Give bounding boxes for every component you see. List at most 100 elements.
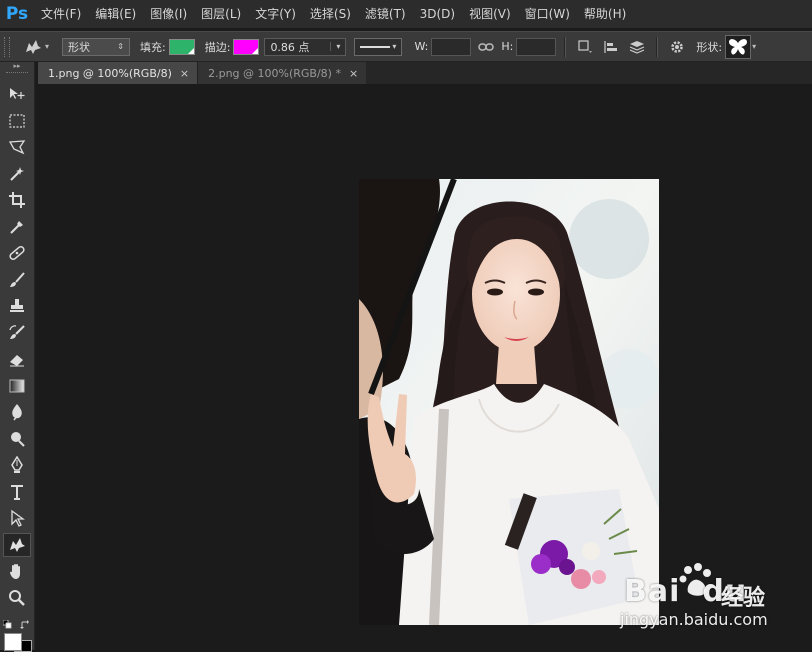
height-field[interactable]	[516, 37, 557, 56]
shape-picker[interactable]	[725, 34, 752, 59]
healing-brush-icon	[9, 246, 25, 261]
solid-line-icon	[360, 45, 391, 48]
brush-icon	[10, 272, 25, 287]
history-brush-icon	[9, 325, 25, 339]
stroke-type-select[interactable]: ▾	[354, 37, 403, 56]
clone-stamp-icon	[10, 299, 24, 313]
menu-layer[interactable]: 图层(L)	[194, 0, 248, 28]
menu-bar: Ps 文件(F) 编辑(E) 图像(I) 图层(L) 文字(Y) 选择(S) 滤…	[0, 0, 812, 28]
dodge-tool[interactable]	[0, 426, 34, 453]
path-arrangement-icon[interactable]	[626, 36, 648, 58]
healing-brush-tool[interactable]	[0, 240, 34, 267]
collapse-panel-icon[interactable]: ▸▸	[0, 62, 34, 70]
menu-3d[interactable]: 3D(D)	[413, 0, 462, 28]
menu-filter[interactable]: 滤镜(T)	[358, 0, 413, 28]
photo-illustration	[359, 179, 659, 625]
zoom-tool[interactable]	[0, 585, 34, 612]
watermark-jingyan: 经验	[721, 586, 766, 611]
pen-tool[interactable]	[0, 452, 34, 479]
menu-window[interactable]: 窗口(W)	[518, 0, 577, 28]
path-alignment-icon[interactable]	[600, 36, 622, 58]
width-label: W:	[414, 40, 429, 53]
mode-select[interactable]: 形状 ⇕	[62, 37, 130, 56]
custom-shape-tool[interactable]	[0, 532, 34, 559]
link-icon[interactable]	[475, 36, 497, 58]
type-tool[interactable]	[0, 479, 34, 506]
stroke-label: 描边:	[204, 40, 231, 54]
path-selection-tool[interactable]	[0, 505, 34, 532]
options-grip[interactable]	[4, 36, 10, 57]
document-canvas-image[interactable]	[359, 179, 659, 625]
pen-icon	[11, 456, 23, 474]
tool-preset-picker[interactable]: ▾	[18, 36, 54, 58]
chevron-down-icon: ▾	[44, 42, 49, 51]
eraser-tool[interactable]	[0, 346, 34, 373]
zoom-icon	[9, 589, 25, 606]
lasso-tool-icon	[8, 140, 26, 155]
gradient-icon	[9, 379, 25, 393]
close-icon[interactable]: ×	[349, 67, 358, 80]
fill-color-swatch[interactable]	[168, 38, 195, 55]
clone-stamp-tool[interactable]	[0, 293, 34, 320]
eraser-icon	[10, 355, 24, 367]
chevron-down-icon: ▾	[392, 42, 397, 51]
move-tool[interactable]	[0, 81, 34, 108]
brush-tool[interactable]	[0, 267, 34, 294]
history-brush-tool[interactable]	[0, 320, 34, 347]
tab-1png[interactable]: 1.png @ 100%(RGB/8) ×	[38, 62, 198, 84]
type-icon	[11, 484, 23, 500]
shape-label: 形状:	[696, 40, 723, 54]
height-label: H:	[501, 40, 514, 53]
dropdown-corner-icon	[187, 47, 194, 54]
close-icon[interactable]: ×	[180, 67, 189, 80]
tools-panel: ▸▸	[0, 62, 35, 652]
menu-view[interactable]: 视图(V)	[462, 0, 518, 28]
watermark-brand-a: Bai	[624, 574, 681, 609]
custom-shape-icon	[10, 537, 25, 552]
gradient-tool[interactable]	[0, 373, 34, 400]
marquee-tool-icon	[9, 114, 25, 128]
magic-wand-icon	[10, 166, 24, 181]
color-swatches	[0, 618, 34, 652]
custom-shape-icon	[25, 39, 41, 54]
dodge-icon	[11, 431, 25, 447]
menu-file[interactable]: 文件(F)	[34, 0, 88, 28]
foreground-color-swatch[interactable]	[4, 633, 22, 651]
tab-label: 2.png @ 100%(RGB/8) *	[208, 66, 341, 80]
stroke-width-field[interactable]: 0.86 点 ▾	[264, 37, 347, 56]
menu-edit[interactable]: 编辑(E)	[88, 0, 143, 28]
path-operations-icon[interactable]	[574, 36, 596, 58]
menu-select[interactable]: 选择(S)	[303, 0, 358, 28]
app-logo[interactable]: Ps	[0, 0, 34, 28]
blur-icon	[12, 404, 22, 421]
default-colors-icon[interactable]	[3, 620, 13, 630]
document-tabs: 1.png @ 100%(RGB/8) × 2.png @ 100%(RGB/8…	[38, 62, 812, 84]
mode-select-value: 形状	[68, 40, 90, 54]
chevron-down-icon: ▾	[330, 42, 340, 51]
hand-icon	[10, 564, 20, 580]
swap-colors-icon[interactable]	[20, 620, 30, 630]
menu-image[interactable]: 图像(I)	[143, 0, 194, 28]
eyedropper-icon	[10, 220, 23, 234]
lasso-tool[interactable]	[0, 134, 34, 161]
eyedropper-tool[interactable]	[0, 214, 34, 241]
magic-wand-tool[interactable]	[0, 161, 34, 188]
marquee-tool[interactable]	[0, 108, 34, 135]
hand-tool[interactable]	[0, 558, 34, 585]
stroke-width-value: 0.86 点	[270, 40, 310, 54]
crop-tool[interactable]	[0, 187, 34, 214]
stroke-color-swatch[interactable]	[233, 38, 260, 55]
width-field[interactable]	[431, 37, 472, 56]
menu-type[interactable]: 文字(Y)	[248, 0, 303, 28]
options-bar: ▾ 形状 ⇕ 填充: 描边: 0.86 点 ▾ ▾ W: H: 形状: ▾	[0, 31, 812, 62]
tab-label: 1.png @ 100%(RGB/8)	[48, 66, 172, 80]
panel-grip[interactable]	[6, 72, 28, 79]
dropdown-corner-icon	[252, 47, 259, 54]
gear-icon[interactable]	[666, 36, 688, 58]
butterfly-icon	[729, 38, 748, 55]
chevron-down-icon[interactable]: ▾	[752, 42, 756, 51]
tab-2png[interactable]: 2.png @ 100%(RGB/8) * ×	[197, 62, 367, 84]
path-selection-icon	[11, 509, 25, 528]
menu-help[interactable]: 帮助(H)	[577, 0, 633, 28]
blur-tool[interactable]	[0, 399, 34, 426]
